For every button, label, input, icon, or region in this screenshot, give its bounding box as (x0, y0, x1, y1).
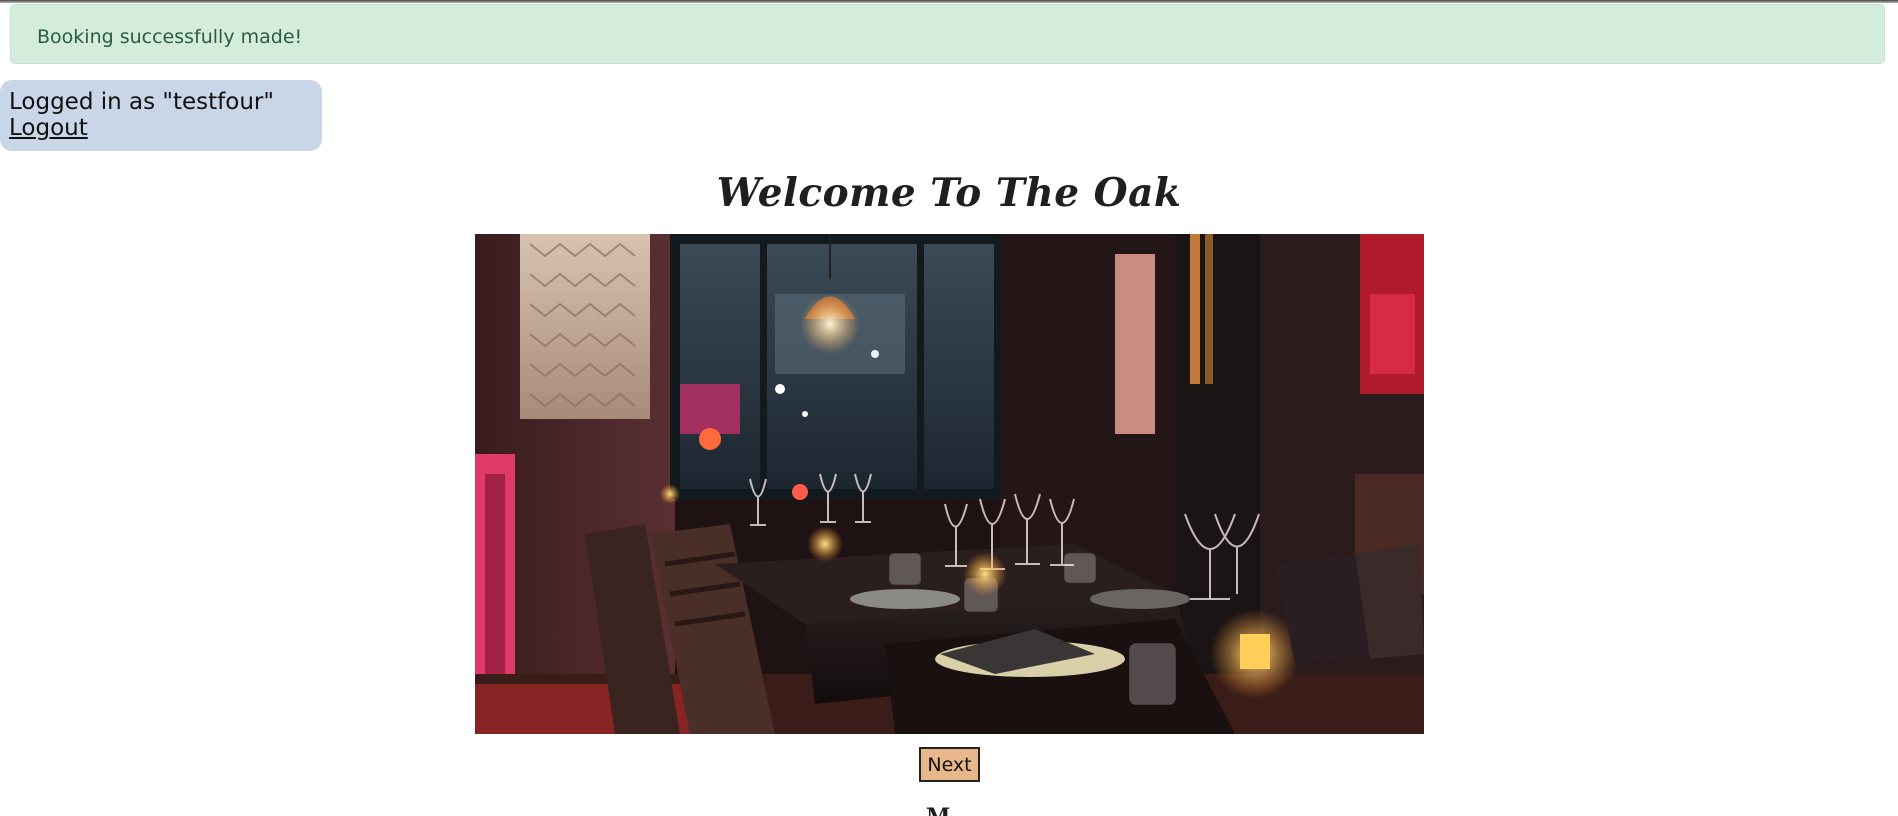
next-button[interactable]: Next (919, 747, 980, 782)
page-title: Welcome To The Oak (716, 170, 1182, 216)
login-status: Logged in as "testfour" Logout (0, 80, 322, 151)
logout-link[interactable]: Logout (9, 115, 88, 141)
alert-message: Booking successfully made! (37, 26, 303, 48)
login-status-text: Logged in as "testfour" (9, 89, 274, 115)
success-alert: Booking successfully made! (10, 4, 1885, 64)
restaurant-image (475, 234, 1424, 734)
section-heading-clipped: M (926, 804, 950, 816)
top-border (0, 0, 1898, 3)
